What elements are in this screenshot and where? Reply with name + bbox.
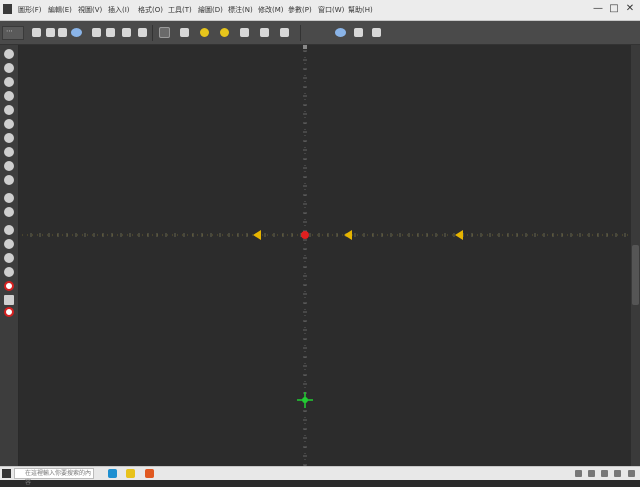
brush-tool-icon[interactable]: [4, 161, 14, 171]
scroll-thumb[interactable]: [632, 245, 639, 305]
menu-insert[interactable]: 插入(I): [108, 5, 130, 15]
circle-tool-icon[interactable]: [4, 77, 14, 87]
cad-app-icon[interactable]: [145, 469, 154, 478]
point-tool-icon[interactable]: [4, 281, 14, 291]
tray-volume-icon[interactable]: [588, 470, 595, 477]
undo-icon[interactable]: [178, 25, 191, 39]
drawing-canvas[interactable]: [19, 45, 631, 466]
table-tool-icon[interactable]: [4, 267, 14, 277]
origin-point[interactable]: [301, 231, 309, 239]
cloud-icon[interactable]: [70, 25, 83, 39]
menu-dimension[interactable]: 標注(N): [228, 5, 253, 15]
menu-help[interactable]: 幫助(H): [348, 5, 373, 15]
y-axis-top-marker: [303, 45, 307, 49]
arc-tool-icon[interactable]: [4, 91, 14, 101]
draw-toolbar: [0, 45, 19, 466]
menu-view[interactable]: 視圖(V): [78, 5, 102, 15]
ucs-icon[interactable]: [302, 397, 308, 403]
zoom-icon[interactable]: [218, 25, 231, 39]
taskbar-search-input[interactable]: 在這裡輸入你要搜索的內容: [14, 468, 94, 486]
spline-tool-icon[interactable]: [4, 119, 14, 129]
region-tool-icon[interactable]: [4, 253, 14, 263]
edge-icon[interactable]: [108, 469, 117, 478]
tray-clock-icon[interactable]: [614, 470, 621, 477]
vertical-scrollbar[interactable]: [631, 45, 640, 466]
print-icon[interactable]: [90, 25, 103, 39]
preview-icon[interactable]: [104, 25, 117, 39]
arc2-tool-icon[interactable]: [4, 147, 14, 157]
insert-tool-icon[interactable]: [4, 307, 14, 317]
block-tool-icon[interactable]: [4, 295, 14, 305]
ellipse-tool-icon[interactable]: [4, 133, 14, 143]
layer-field[interactable]: ⋯: [2, 26, 24, 40]
menu-modify[interactable]: 修改(M): [258, 5, 284, 15]
menu-file[interactable]: 圖形(F): [18, 5, 42, 15]
canvas-svg: [22, 45, 631, 466]
taskbar: 在這裡輸入你要搜索的內容: [0, 466, 640, 486]
menu-draw[interactable]: 繪圖(D): [198, 5, 223, 15]
marker-middle-arrow[interactable]: [344, 230, 352, 240]
menu-tools[interactable]: 工具(T): [168, 5, 192, 15]
maximize-button[interactable]: □: [606, 2, 622, 16]
minimize-button[interactable]: —: [590, 2, 606, 16]
tray-network-icon[interactable]: [575, 470, 582, 477]
marker-left-arrow[interactable]: [253, 230, 261, 240]
properties-icon[interactable]: [258, 25, 271, 39]
rotate-tool-icon[interactable]: [4, 193, 14, 203]
app-icon[interactable]: [3, 4, 12, 14]
close-button[interactable]: ✕: [622, 2, 638, 16]
paste-icon[interactable]: [158, 25, 171, 39]
main-toolbar: ⋯: [0, 21, 640, 45]
line-tool-icon[interactable]: [4, 49, 14, 59]
menu-format[interactable]: 格式(O): [138, 5, 163, 15]
menu-params[interactable]: 參數(P): [288, 5, 312, 15]
copy-icon[interactable]: [136, 25, 149, 39]
cloud-sync-icon[interactable]: [352, 25, 365, 39]
new-icon[interactable]: [30, 25, 43, 39]
layer-field-value: ⋯: [6, 27, 13, 35]
marker-right-arrow[interactable]: [455, 230, 463, 240]
tray-ime-icon[interactable]: [601, 470, 608, 477]
zoom-window-icon[interactable]: [238, 25, 251, 39]
menu-window[interactable]: 窗口(W): [318, 5, 344, 15]
design-center-icon[interactable]: [278, 25, 291, 39]
folder-icon[interactable]: [126, 469, 135, 478]
save-icon[interactable]: [56, 25, 69, 39]
start-icon[interactable]: [2, 469, 11, 478]
compass-tool-icon[interactable]: [4, 175, 14, 185]
title-bar: 圖形(F) 編輯(E) 視圖(V) 插入(I) 格式(O) 工具(T) 繪圖(D…: [0, 0, 640, 21]
refresh-tool-icon[interactable]: [4, 207, 14, 217]
pencil-tool-icon[interactable]: [4, 105, 14, 115]
hatch-tool-icon[interactable]: [4, 225, 14, 235]
globe-icon[interactable]: [334, 25, 347, 39]
help-icon[interactable]: [370, 25, 383, 39]
menu-edit[interactable]: 編輯(E): [48, 5, 72, 15]
tray-notification-icon[interactable]: [628, 470, 635, 477]
cut-icon[interactable]: [120, 25, 133, 39]
polyline-tool-icon[interactable]: [4, 63, 14, 73]
gradient-tool-icon[interactable]: [4, 239, 14, 249]
pan-icon[interactable]: [198, 25, 211, 39]
